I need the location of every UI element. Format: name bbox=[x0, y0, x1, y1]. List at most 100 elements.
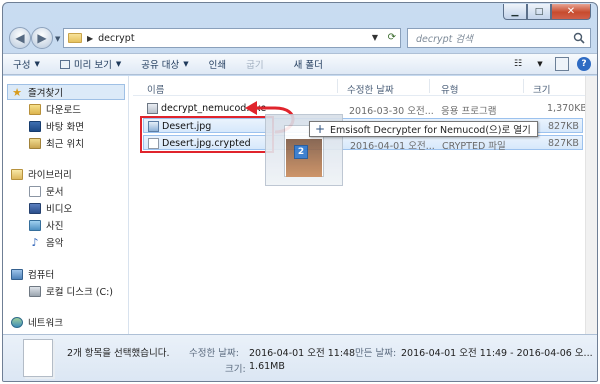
sidebar-label: 사진 bbox=[46, 221, 64, 232]
folder-icon bbox=[68, 33, 82, 43]
new-folder-button[interactable]: 새 폴더 bbox=[274, 54, 333, 74]
chevron-down-icon: ▼ bbox=[183, 60, 189, 68]
modified-label: 수정한 날짜: bbox=[189, 348, 239, 359]
file-size: 827KB bbox=[548, 138, 579, 149]
music-icon: ♪ bbox=[31, 235, 39, 249]
preview-pane-icon[interactable] bbox=[555, 57, 569, 71]
forward-button[interactable]: ▶ bbox=[31, 27, 53, 49]
new-folder-label: 새 폴더 bbox=[293, 60, 323, 71]
star-icon: ★ bbox=[12, 85, 22, 99]
sidebar-label: 바탕 화면 bbox=[46, 122, 84, 133]
sidebar-label: 다운로드 bbox=[46, 105, 81, 116]
navigation-pane: ★ 즐겨찾기 다운로드 바탕 화면 최근 위치 라이브러리 문서 비디오 사진 … bbox=[3, 76, 129, 334]
sidebar-label: 최근 위치 bbox=[46, 139, 84, 150]
close-button[interactable]: ✕ bbox=[551, 4, 591, 20]
downloads-folder-icon bbox=[29, 103, 41, 115]
sidebar-item-computer[interactable]: 컴퓨터 bbox=[11, 266, 54, 282]
print-label: 인쇄 bbox=[208, 60, 227, 71]
sidebar-label: 라이브러리 bbox=[28, 170, 72, 181]
sidebar-label: 즐겨찾기 bbox=[28, 88, 63, 99]
drop-tooltip: + Emsisoft Decrypter for Nemucod(으)로 열기 bbox=[309, 121, 538, 137]
application-icon bbox=[147, 103, 158, 114]
vertical-scrollbar[interactable] bbox=[585, 76, 597, 334]
size-value: 1.61MB bbox=[249, 361, 285, 372]
libraries-icon bbox=[11, 168, 23, 180]
videos-icon bbox=[29, 202, 41, 214]
sidebar-label: 문서 bbox=[46, 187, 64, 198]
organize-menu[interactable]: 구성 ▼ bbox=[3, 54, 50, 74]
sidebar-item-favorites[interactable]: ★ 즐겨찾기 bbox=[7, 84, 125, 100]
file-date: 2016-03-30 오전... bbox=[349, 106, 434, 117]
network-icon bbox=[11, 316, 23, 328]
file-row[interactable]: decrypt_nemucod.exe 2016-03-30 오전... 응용 … bbox=[143, 101, 587, 117]
sidebar-item-pictures[interactable]: 사진 bbox=[29, 217, 63, 233]
selection-count: 2개 항목을 선택했습니다. bbox=[67, 348, 170, 359]
sidebar-item-libraries[interactable]: 라이브러리 bbox=[11, 166, 72, 182]
search-input[interactable]: decrypt 검색 bbox=[407, 28, 591, 48]
share-menu[interactable]: 공유 대상 ▼ bbox=[131, 54, 198, 74]
sidebar-item-recent[interactable]: 최근 위치 bbox=[29, 135, 84, 151]
recent-places-icon bbox=[29, 137, 41, 149]
burn-button[interactable]: 굽기 bbox=[236, 54, 273, 74]
sidebar-item-desktop[interactable]: 바탕 화면 bbox=[29, 118, 84, 134]
sidebar-label: 음악 bbox=[46, 238, 64, 249]
main-area: ★ 즐겨찾기 다운로드 바탕 화면 최근 위치 라이브러리 문서 비디오 사진 … bbox=[3, 76, 597, 334]
navigation-bar: ◀ ▶ ▼ ▶ decrypt ▼ ⟳ decrypt 검색 bbox=[3, 25, 597, 51]
file-type: 응용 프로그램 bbox=[441, 106, 497, 117]
column-divider[interactable] bbox=[429, 79, 430, 93]
drop-tooltip-text: Emsisoft Decrypter for Nemucod(으)로 열기 bbox=[330, 125, 531, 136]
preview-icon bbox=[59, 59, 70, 69]
sidebar-item-network[interactable]: 네트워크 bbox=[11, 314, 63, 330]
column-divider[interactable] bbox=[337, 79, 338, 93]
recent-pages-dropdown[interactable]: ▼ bbox=[55, 35, 60, 43]
share-label: 공유 대상 bbox=[141, 60, 180, 71]
address-bar[interactable]: ▶ decrypt ▼ ⟳ bbox=[63, 28, 401, 48]
help-icon[interactable]: ? bbox=[577, 57, 591, 71]
burn-label: 굽기 bbox=[246, 60, 264, 71]
column-header-size[interactable]: 크기 bbox=[533, 82, 550, 96]
modified-value: 2016-04-01 오전 11:48 bbox=[249, 348, 356, 359]
sidebar-item-local-disk[interactable]: 로컬 디스크 (C:) bbox=[29, 283, 113, 299]
sidebar-item-documents[interactable]: 문서 bbox=[29, 183, 63, 199]
chevron-down-icon[interactable]: ▼ bbox=[533, 57, 547, 71]
file-type: CRYPTED 파일 bbox=[442, 141, 506, 152]
chevron-down-icon: ▼ bbox=[34, 60, 40, 68]
sidebar-label: 비디오 bbox=[46, 204, 73, 215]
command-bar: 구성 ▼ 미리 보기 ▼ 공유 대상 ▼ 인쇄 굽기 새 폴더 ☷ ▼ ? bbox=[3, 53, 597, 75]
column-divider[interactable] bbox=[523, 79, 524, 93]
column-headers: 이름 수정한 날짜 유형 크기 bbox=[133, 76, 597, 96]
refresh-icon[interactable]: ⟳ bbox=[388, 32, 396, 43]
sidebar-item-videos[interactable]: 비디오 bbox=[29, 200, 72, 216]
column-header-name[interactable]: 이름 bbox=[147, 82, 164, 96]
file-size: 827KB bbox=[548, 121, 579, 132]
computer-icon bbox=[11, 268, 23, 280]
column-header-date[interactable]: 수정한 날짜 bbox=[347, 82, 394, 96]
search-icon[interactable] bbox=[573, 32, 585, 44]
organize-label: 구성 bbox=[13, 60, 31, 71]
preview-button[interactable]: 미리 보기 ▼ bbox=[50, 54, 131, 74]
back-button[interactable]: ◀ bbox=[9, 27, 31, 49]
column-header-type[interactable]: 유형 bbox=[441, 82, 458, 96]
breadcrumb-folder[interactable]: decrypt bbox=[98, 33, 134, 44]
file-date: 2016-04-01 오전... bbox=[350, 141, 435, 152]
address-dropdown-icon[interactable]: ▼ bbox=[372, 33, 378, 42]
print-button[interactable]: 인쇄 bbox=[199, 54, 236, 74]
preview-label: 미리 보기 bbox=[73, 60, 112, 71]
explorer-window: ▁ □ ✕ ◀ ▶ ▼ ▶ decrypt ▼ ⟳ decrypt 검색 구성 ▼… bbox=[2, 2, 598, 382]
maximize-button[interactable]: □ bbox=[527, 4, 551, 20]
created-value: 2016-04-01 오전 11:49 - 2016-04-06 오... bbox=[401, 348, 593, 359]
desktop-icon bbox=[29, 120, 41, 132]
sidebar-item-music[interactable]: ♪ 음악 bbox=[29, 234, 63, 250]
file-size: 1,370KB bbox=[547, 103, 587, 114]
selection-thumbnail-icon bbox=[23, 339, 53, 377]
breadcrumb-chevron-icon[interactable]: ▶ bbox=[87, 34, 93, 43]
chevron-down-icon: ▼ bbox=[115, 60, 122, 68]
pictures-icon bbox=[29, 219, 41, 231]
drag-count-badge: 2 bbox=[294, 145, 308, 159]
size-label: 크기: bbox=[225, 364, 246, 375]
sidebar-item-downloads[interactable]: 다운로드 bbox=[29, 101, 81, 117]
search-placeholder: decrypt 검색 bbox=[416, 34, 473, 45]
minimize-button[interactable]: ▁ bbox=[503, 4, 527, 20]
change-view-icon[interactable]: ☷ bbox=[511, 57, 525, 71]
plus-icon: + bbox=[315, 122, 326, 136]
